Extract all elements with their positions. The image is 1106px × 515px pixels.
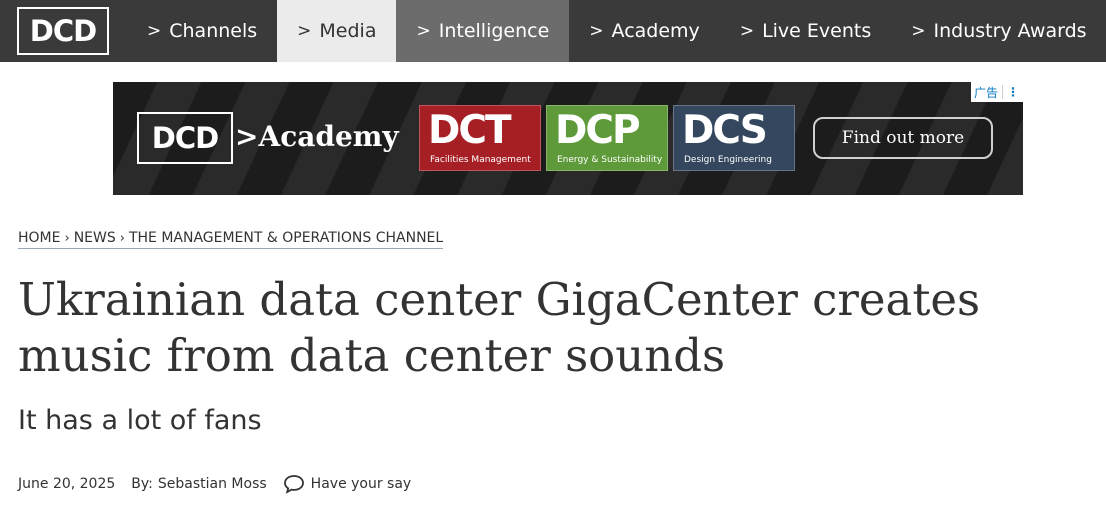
ad-tile-dcp: DCP Energy & Sustainability (546, 105, 668, 171)
ad-product-label: Academy (258, 120, 399, 153)
chevron-right-icon: > (589, 21, 604, 41)
logo-container: DCD (0, 0, 109, 62)
speech-bubble-icon (283, 475, 304, 494)
chevron-right-icon: > (416, 21, 431, 41)
breadcrumb-channel[interactable]: THE MANAGEMENT & OPERATIONS CHANNEL (129, 230, 443, 246)
ad-choices-badge[interactable]: 广告 ⋮ (970, 82, 1023, 102)
nav-item-label: Intelligence (438, 20, 550, 42)
nav-item-label: Academy (611, 20, 700, 42)
ad-dcd-logo: DCD (137, 112, 233, 164)
ad-find-out-more-button[interactable]: Find out more (813, 117, 993, 159)
breadcrumb-home[interactable]: HOME (18, 230, 60, 246)
kebab-menu-icon[interactable]: ⋮ (1002, 85, 1023, 99)
have-your-say-link[interactable]: Have your say (283, 474, 412, 494)
breadcrumb-news[interactable]: NEWS (74, 230, 116, 246)
article-standfirst: It has a lot of fans (18, 405, 262, 436)
ad-badge-label: 广告 (973, 85, 998, 100)
nav-item-channels[interactable]: > Channels (109, 0, 277, 62)
article-title: Ukrainian data center GigaCenter creates… (18, 273, 981, 382)
nav-item-live-events[interactable]: > Live Events (720, 0, 891, 62)
ad-academy-title: >Academy (235, 120, 399, 153)
ad-tile-dct: DCT Facilities Management (419, 105, 541, 171)
ad-tile-abbr: DCS (682, 108, 768, 153)
dcd-logo[interactable]: DCD (17, 7, 109, 55)
ad-tile-subtitle: Design Engineering (684, 155, 772, 165)
article-meta: June 20, 2025 By: Sebastian Moss Have yo… (18, 474, 411, 494)
nav-item-label: Live Events (762, 20, 872, 42)
nav-item-academy[interactable]: > Academy (569, 0, 720, 62)
top-navigation: DCD > Channels > Media > Intelligence > … (0, 0, 1106, 62)
ad-tile-subtitle: Facilities Management (430, 155, 531, 165)
ad-tile-dcs: DCS Design Engineering (673, 105, 795, 171)
author-link[interactable]: Sebastian Moss (158, 476, 267, 492)
nav-item-label: Media (319, 20, 377, 42)
nav-item-intelligence[interactable]: > Intelligence (396, 0, 570, 62)
ad-chevron: > (235, 120, 259, 153)
nav-item-media[interactable]: > Media (277, 0, 397, 62)
nav-item-label: Industry Awards (933, 20, 1087, 42)
have-your-say-label: Have your say (310, 476, 412, 492)
breadcrumb-separator-icon: › (119, 230, 125, 246)
breadcrumb: HOME › NEWS › THE MANAGEMENT & OPERATION… (18, 230, 444, 249)
chevron-right-icon: > (147, 21, 162, 41)
byline-label: By: (131, 476, 153, 492)
nav-item-label: Channels (169, 20, 258, 42)
chevron-right-icon: > (739, 21, 755, 41)
ad-tile-abbr: DCT (428, 108, 512, 153)
article-date: June 20, 2025 (18, 476, 116, 492)
ad-tile-subtitle: Energy & Sustainability (557, 155, 663, 165)
nav-item-industry-awards[interactable]: > Industry Awards (891, 0, 1106, 62)
chevron-right-icon: > (911, 21, 926, 41)
ad-banner[interactable]: DCD >Academy DCT Facilities Management D… (113, 82, 1023, 195)
ad-tile-abbr: DCP (555, 108, 641, 153)
breadcrumb-separator-icon: › (64, 230, 70, 246)
chevron-right-icon: > (297, 21, 312, 41)
